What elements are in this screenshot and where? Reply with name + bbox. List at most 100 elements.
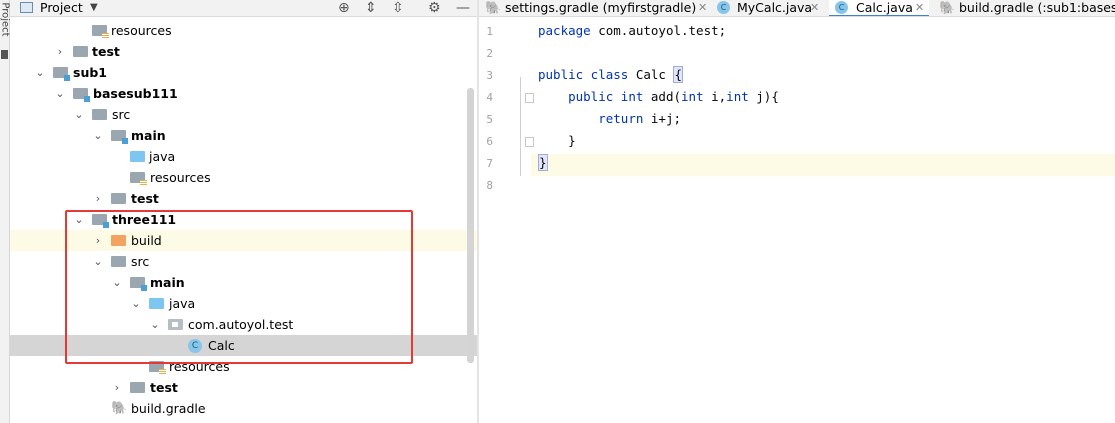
code-text-segment: i+j;	[643, 111, 682, 126]
code-line-1: package com.autoyol.test;	[538, 20, 726, 42]
tab-mycalc-java[interactable]: C MyCalc.java ✕	[717, 0, 827, 16]
caret-line-highlight	[531, 154, 1115, 176]
tree-item-label: resources	[111, 23, 172, 38]
project-panel-header: Project ▼ ⊕ ⇕ ⇳ ⚙ —	[10, 0, 477, 17]
expand-all-icon[interactable]: ⇕	[365, 0, 377, 16]
chevron-down-icon[interactable]: ⌄	[92, 251, 104, 272]
tree-item-test[interactable]: › test	[10, 188, 477, 209]
project-tool-window-strip[interactable]: Project	[0, 0, 11, 423]
code-keyword: int	[681, 89, 704, 104]
tree-item-src[interactable]: ⌄ src	[10, 251, 477, 272]
tree-item-label: build.gradle	[131, 401, 206, 416]
line-number: 4	[486, 91, 493, 104]
fold-marker-icon[interactable]	[525, 93, 534, 103]
chevron-down-icon[interactable]: ⌄	[54, 83, 66, 104]
collapse-all-icon[interactable]: ⇳	[392, 0, 404, 16]
code-text-segment: Calc	[628, 67, 674, 82]
project-panel-icon	[20, 2, 33, 13]
project-tree[interactable]: resources › test ⌄ sub1 ⌄ basesub111 ⌄ s…	[10, 17, 477, 423]
tree-item-label: three111	[112, 212, 177, 227]
code-keyword: public int	[568, 89, 644, 104]
code-keyword: int	[726, 89, 749, 104]
code-text-segment: j){	[748, 89, 779, 104]
tree-item-java[interactable]: java	[10, 146, 477, 167]
class-c-icon: C	[835, 1, 848, 14]
chevron-right-icon[interactable]: ›	[92, 230, 104, 251]
excluded-folder-icon	[111, 235, 126, 246]
module-folder-icon	[130, 277, 147, 291]
tree-item-label: sub1	[73, 65, 107, 80]
tab-settings-gradle[interactable]: 🐘 settings.gradle (myfirstgradle) ✕	[485, 0, 717, 16]
tree-item-label: src	[131, 254, 150, 269]
chevron-down-icon[interactable]: ⌄	[92, 125, 104, 146]
tree-item-build-gradle[interactable]: 🐘 build.gradle	[10, 398, 477, 419]
tree-item-sub1[interactable]: ⌄ sub1	[10, 62, 477, 83]
tree-item-label: test	[92, 44, 120, 59]
tree-item-build[interactable]: › build	[10, 230, 477, 251]
class-c-icon: C	[717, 1, 730, 14]
tree-item-resources[interactable]: resources	[10, 20, 477, 41]
tree-item-label: basesub111	[93, 86, 178, 101]
resources-folder-icon	[130, 172, 147, 186]
tree-item-test[interactable]: › test	[10, 377, 477, 398]
chevron-down-icon[interactable]: ⌄	[34, 62, 46, 83]
close-icon[interactable]: ✕	[810, 0, 819, 16]
line-number: 7	[486, 157, 493, 170]
code-line-6: }	[538, 133, 576, 148]
close-icon[interactable]: ✕	[915, 0, 924, 16]
line-number: 1	[486, 25, 493, 38]
tree-item-resources[interactable]: resources	[10, 356, 477, 377]
tree-item-test[interactable]: › test	[10, 41, 477, 62]
code-line-4: public int add(int i,int j){	[538, 86, 779, 108]
code-text-segment: i,	[703, 89, 727, 104]
gear-icon[interactable]: ⚙	[428, 0, 441, 16]
close-icon[interactable]: ✕	[698, 0, 707, 16]
tree-scrollbar[interactable]	[467, 88, 474, 363]
resources-folder-icon	[149, 361, 166, 375]
tree-item-calc-selected[interactable]: C Calc	[10, 335, 477, 356]
folder-icon	[130, 382, 145, 393]
resources-folder-icon	[92, 25, 109, 39]
tree-item-label: main	[150, 275, 185, 290]
tab-calc-java[interactable]: C Calc.java ✕	[829, 0, 929, 16]
gradle-elephant-icon: 🐘	[485, 1, 502, 16]
folder-icon	[73, 46, 88, 57]
chevron-down-icon[interactable]: ⌄	[149, 314, 161, 335]
tree-item-package[interactable]: ⌄ com.autoyol.test	[10, 314, 477, 335]
tree-item-src[interactable]: ⌄ src	[10, 104, 477, 125]
module-folder-icon	[111, 130, 128, 144]
source-folder-icon	[149, 298, 164, 309]
line-number: 8	[486, 179, 493, 192]
tree-item-main[interactable]: ⌄ main	[10, 272, 477, 293]
chevron-down-icon[interactable]: ▼	[90, 0, 98, 16]
line-number: 2	[486, 47, 493, 60]
code-keyword: public class	[538, 67, 629, 82]
chevron-right-icon[interactable]: ›	[92, 188, 104, 209]
fold-guide-line	[520, 77, 521, 176]
chevron-down-icon[interactable]: ⌄	[73, 209, 85, 230]
tree-item-label: resources	[150, 170, 211, 185]
module-folder-icon	[92, 214, 109, 228]
chevron-right-icon[interactable]: ›	[111, 377, 123, 398]
tab-label: settings.gradle (myfirstgradle)	[505, 0, 697, 15]
chevron-down-icon[interactable]: ⌄	[73, 104, 85, 125]
chevron-right-icon[interactable]: ›	[54, 41, 66, 62]
tree-item-basesub111[interactable]: ⌄ basesub111	[10, 83, 477, 104]
chevron-down-icon[interactable]: ⌄	[111, 272, 123, 293]
fold-marker-icon[interactable]	[525, 137, 534, 147]
tab-build-gradle[interactable]: 🐘 build.gradle (:sub1:basesub111)	[939, 0, 1115, 16]
code-line-3: public class Calc {	[538, 64, 683, 86]
project-view-selector[interactable]: Project	[40, 0, 83, 16]
folder-icon	[92, 109, 107, 120]
tree-item-label: resources	[169, 359, 230, 374]
locate-target-icon[interactable]: ⊕	[338, 0, 350, 16]
tree-item-main[interactable]: ⌄ main	[10, 125, 477, 146]
tree-item-java[interactable]: ⌄ java	[10, 293, 477, 314]
tree-item-resources[interactable]: resources	[10, 167, 477, 188]
hide-minus-icon[interactable]: —	[456, 0, 470, 16]
tree-item-three111[interactable]: ⌄ three111	[10, 209, 477, 230]
chevron-down-icon[interactable]: ⌄	[130, 293, 142, 314]
tree-item-label: Calc	[208, 338, 235, 353]
